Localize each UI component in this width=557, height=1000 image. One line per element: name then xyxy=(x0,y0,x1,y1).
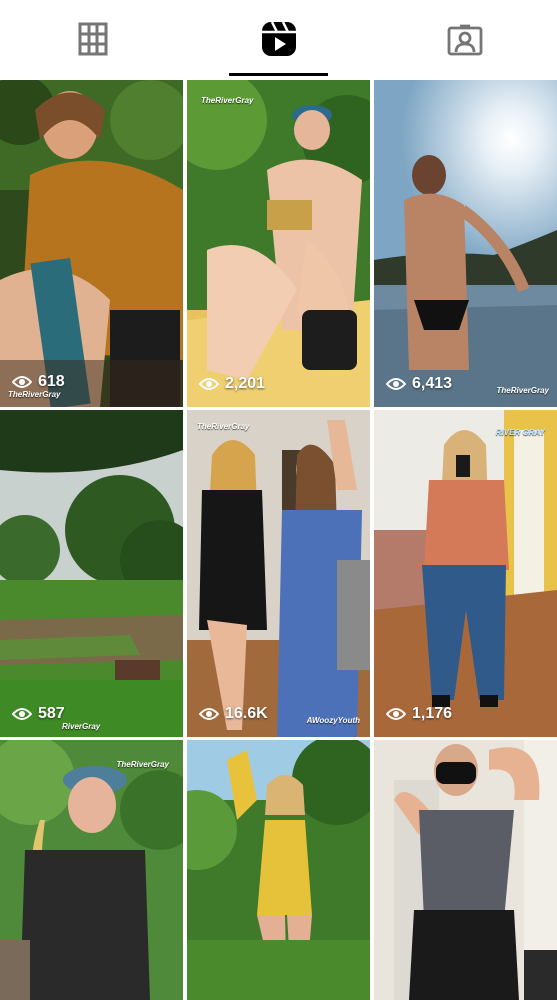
reel-tile[interactable]: TheRiverGray 6,413 xyxy=(374,80,557,407)
reel-tile[interactable]: TheRiverGray AWoozyYouth 16.6K xyxy=(187,410,370,737)
watermark: RIVER GRAY xyxy=(495,428,545,437)
reel-thumbnail xyxy=(187,740,370,1000)
active-tab-indicator xyxy=(229,73,328,76)
tab-reels[interactable] xyxy=(186,0,372,78)
view-count-value: 2,201 xyxy=(225,375,266,392)
watermark: TheRiverGray xyxy=(201,96,254,105)
view-count-value: 618 xyxy=(38,373,65,390)
reel-tile[interactable] xyxy=(187,740,370,1000)
eye-icon xyxy=(199,378,219,390)
reel-tile[interactable] xyxy=(374,740,557,1000)
eye-icon xyxy=(199,708,219,720)
reel-tile[interactable]: RiverGray 587 xyxy=(0,410,183,737)
view-count: 6,413 xyxy=(386,375,452,393)
reel-thumbnail xyxy=(187,410,370,737)
reel-thumbnail xyxy=(374,410,557,737)
reel-thumbnail xyxy=(187,80,370,407)
reel-thumbnail xyxy=(374,80,557,407)
view-count: 1,176 xyxy=(386,705,452,723)
reel-thumbnail xyxy=(374,740,557,1000)
watermark: TheRiverGray xyxy=(496,386,549,395)
reel-tile[interactable]: TheRiverGray xyxy=(0,740,183,1000)
reel-thumbnail xyxy=(0,740,183,1000)
view-count: 2,201 xyxy=(199,375,265,393)
eye-icon xyxy=(386,708,406,720)
watermark: RiverGray xyxy=(62,722,101,731)
reel-tile[interactable]: TheRiverGray 618 xyxy=(0,80,183,407)
grid-icon xyxy=(78,22,108,56)
reel-thumbnail xyxy=(0,410,183,737)
view-count: 618 xyxy=(12,373,65,391)
reels-icon xyxy=(262,21,296,56)
watermark: TheRiverGray xyxy=(116,760,169,769)
view-count-value: 6,413 xyxy=(412,375,453,392)
reel-tile[interactable]: TheRiverGray 2,201 xyxy=(187,80,370,407)
tagged-icon xyxy=(447,24,482,56)
watermark-secondary: AWoozyYouth xyxy=(306,716,360,725)
profile-tab-bar xyxy=(0,0,557,78)
view-count-value: 587 xyxy=(38,705,65,722)
tab-tagged[interactable] xyxy=(372,0,557,78)
view-count: 587 xyxy=(12,705,65,723)
eye-icon xyxy=(386,378,406,390)
watermark: TheRiverGray xyxy=(8,390,61,399)
view-count-value: 1,176 xyxy=(412,705,453,722)
watermark: TheRiverGray xyxy=(197,422,250,431)
reels-grid: TheRiverGray 618 TheRiverGray 2,201 TheR… xyxy=(0,80,557,1000)
tab-posts-grid[interactable] xyxy=(0,0,186,78)
reel-tile[interactable]: RIVER GRAY 1,176 xyxy=(374,410,557,737)
eye-icon xyxy=(12,708,32,720)
reel-thumbnail xyxy=(0,80,183,407)
eye-icon xyxy=(12,376,32,388)
view-count: 16.6K xyxy=(199,705,268,723)
view-count-value: 16.6K xyxy=(225,705,268,722)
